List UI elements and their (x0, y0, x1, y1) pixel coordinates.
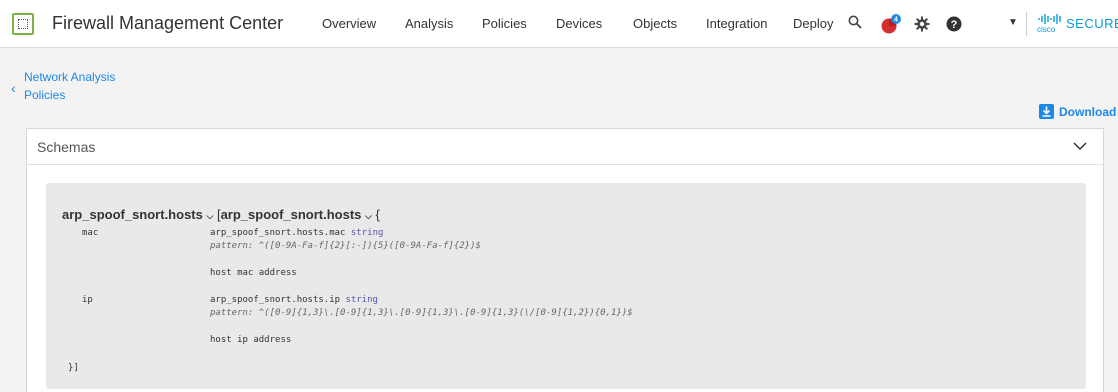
breadcrumb-line-1[interactable]: Network Analysis (24, 68, 144, 86)
gear-icon[interactable] (914, 16, 930, 32)
nav-policies[interactable]: Policies (482, 16, 527, 31)
property-qualified-ip: arp_spoof_snort.hosts.ip string (210, 295, 378, 305)
download-label: Download (1059, 104, 1117, 119)
download-icon (1039, 104, 1054, 119)
nav-deploy[interactable]: Deploy (793, 16, 833, 31)
property-type: string (350, 228, 384, 238)
cisco-wordmark: cisco (1037, 25, 1056, 34)
alert-count-badge: 4 (894, 17, 898, 24)
property-description-mac: host mac address (210, 268, 297, 278)
cisco-product-name: SECURE (1066, 16, 1118, 31)
user-menu-caret-icon[interactable]: ▼ (1008, 17, 1018, 28)
property-name-mac: mac (82, 228, 99, 238)
property-type: string (345, 295, 378, 305)
model-collapse-chevron-icon[interactable]: ⌵ (206, 211, 213, 221)
schemas-title: Schemas (37, 139, 96, 155)
property-qualified-name: arp_spoof_snort.hosts.ip (210, 295, 341, 305)
breadcrumb-line-2[interactable]: Policies (24, 86, 144, 104)
chevron-down-icon[interactable] (1073, 141, 1087, 151)
schemas-panel: Schemas arp_spoof_snort.hosts ⌵ [arp_spo… (26, 128, 1104, 392)
model-name[interactable]: arp_spoof_snort.hosts (62, 207, 203, 222)
inner-collapse-chevron-icon[interactable]: ⌵ (365, 211, 372, 221)
back-chevron-icon[interactable]: ‹ (11, 80, 16, 96)
download-button[interactable]: Download (1039, 104, 1116, 119)
svg-text:?: ? (951, 19, 958, 31)
search-icon[interactable] (848, 15, 862, 29)
app-logo-icon[interactable] (12, 13, 34, 35)
cisco-logo-icon (1038, 14, 1061, 24)
alert-icon[interactable]: 4 (880, 13, 902, 35)
property-qualified-mac: arp_spoof_snort.hosts.mac string (210, 228, 383, 238)
nav-integration[interactable]: Integration (706, 16, 767, 31)
model-title[interactable]: arp_spoof_snort.hosts ⌵ [arp_spoof_snort… (62, 207, 380, 222)
nav-overview[interactable]: Overview (322, 16, 376, 31)
divider (1026, 12, 1027, 36)
schema-model-box: arp_spoof_snort.hosts ⌵ [arp_spoof_snort… (46, 183, 1086, 389)
breadcrumb[interactable]: Network Analysis Policies (24, 68, 144, 104)
top-navigation-bar: Firewall Management Center Overview Anal… (0, 0, 1118, 48)
schemas-header[interactable]: Schemas (27, 129, 1103, 165)
help-icon[interactable]: ? (946, 16, 962, 32)
model-open-brace: { (375, 207, 380, 222)
property-pattern-mac: pattern: ^([0-9A-Fa-f]{2}[:-]){5}([0-9A-… (210, 241, 481, 251)
nav-analysis[interactable]: Analysis (405, 16, 453, 31)
property-qualified-name: arp_spoof_snort.hosts.mac (210, 228, 346, 238)
property-pattern-ip: pattern: ^([0-9]{1,3}\.[0-9]{1,3}\.[0-9]… (210, 308, 633, 318)
property-description-ip: host ip address (210, 335, 292, 345)
property-name-ip: ip (82, 295, 93, 305)
model-inner-name[interactable]: arp_spoof_snort.hosts (221, 207, 362, 222)
app-title: Firewall Management Center (52, 13, 284, 33)
nav-objects[interactable]: Objects (633, 16, 677, 31)
nav-devices[interactable]: Devices (556, 16, 602, 31)
model-close-bracket: }] (68, 363, 79, 373)
